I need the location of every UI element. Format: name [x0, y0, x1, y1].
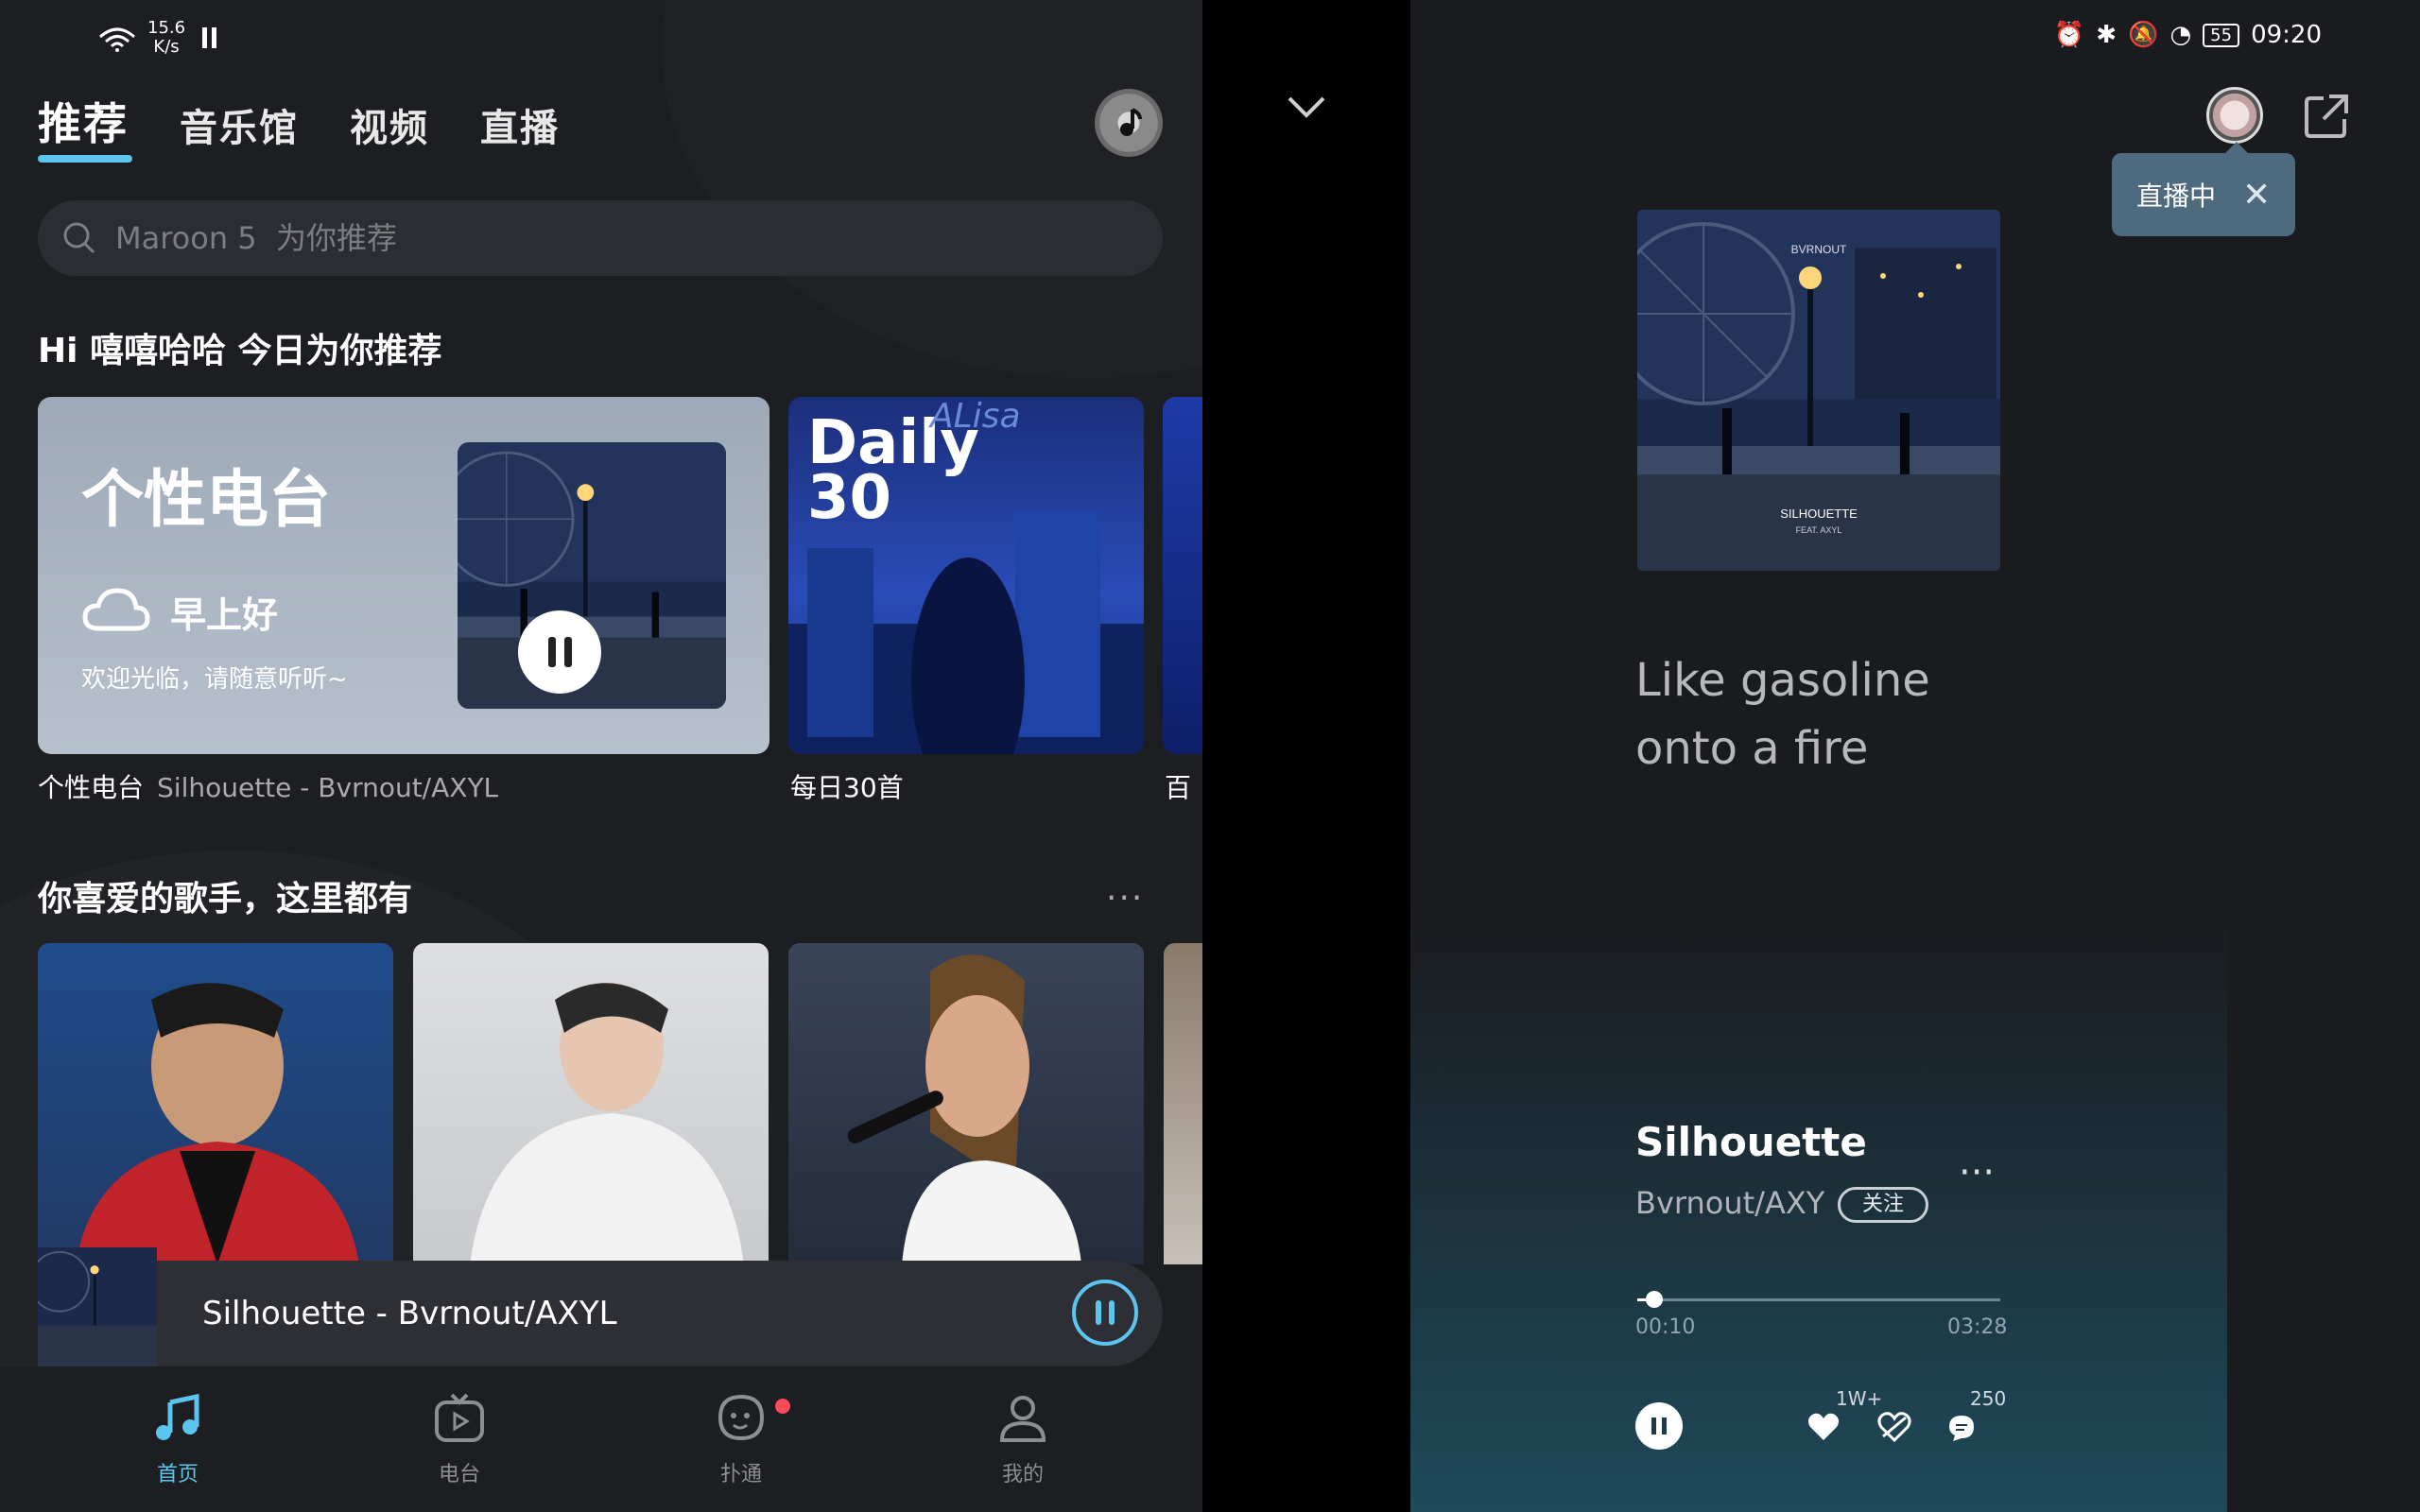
music-app-pane: 15.6K/s 推荐 音乐馆 视频 直播 Hi 嘻嘻哈哈 今日为你推荐 个性电台: [0, 0, 1202, 1512]
tab-recommend[interactable]: 推荐: [38, 90, 129, 152]
artists-heading: 你喜爱的歌手，这里都有: [38, 880, 413, 919]
mini-player-pause-button[interactable]: [1072, 1280, 1138, 1346]
mini-player-title: Silhouette - Bvrnout/AXYL: [202, 1295, 617, 1332]
follow-button[interactable]: 关注: [1838, 1187, 1928, 1223]
artists-more-button[interactable]: ···: [1106, 879, 1144, 918]
person-icon: [999, 1396, 1046, 1442]
cover-brand-text: BVRNOUT: [1791, 243, 1847, 256]
nav-putong[interactable]: 扑通: [647, 1389, 836, 1487]
now-playing-disc-button[interactable]: [1095, 89, 1163, 157]
artist-card[interactable]: [38, 943, 393, 1264]
mute-icon: 🔕: [2128, 21, 2159, 49]
nav-home[interactable]: 首页: [83, 1389, 272, 1487]
third-playlist-card[interactable]: [1163, 397, 1202, 754]
song-title: Silhouette: [1635, 1119, 1867, 1165]
daily-watermark: ALisa: [930, 397, 1021, 436]
collapse-chevron-icon[interactable]: [1286, 94, 1327, 119]
search-bar[interactable]: [38, 200, 1163, 276]
tab-live[interactable]: 直播: [480, 97, 560, 152]
pause-status-icon: [202, 27, 217, 48]
music-note-icon: [156, 1393, 199, 1440]
like-icon[interactable]: [1807, 1412, 1840, 1442]
mini-player-cover: [38, 1247, 157, 1366]
clock: 09:20: [2251, 21, 2322, 49]
lyric-line-1: Like gasoline: [1635, 654, 1930, 707]
cover-title-text: SILHOUETTE: [1780, 507, 1858, 521]
battery-indicator: 55: [2203, 23, 2240, 47]
live-avatar[interactable]: [2206, 87, 2263, 144]
lyric-line-2: onto a fire: [1635, 722, 1869, 775]
split-divider: [1202, 0, 1410, 1512]
collect-heart-icon[interactable]: [1877, 1412, 1911, 1442]
duration-time: 03:28: [1947, 1315, 2008, 1339]
artist-photo: [470, 983, 744, 1264]
cloud-icon: [82, 588, 150, 631]
mini-player[interactable]: Silhouette - Bvrnout/AXYL: [38, 1247, 1163, 1366]
radio-pause-button[interactable]: [518, 610, 601, 694]
bottom-navigation: 首页 电台 扑通 我的: [0, 1366, 1202, 1512]
nav-radio[interactable]: 电台: [365, 1389, 554, 1487]
network-speed: 15.6 K/s: [147, 18, 186, 57]
close-icon[interactable]: ✕: [2242, 176, 2271, 215]
cover-feat-text: FEAT. AXYL: [1796, 525, 1842, 535]
song-artist[interactable]: Bvrnout/AXYL: [1635, 1185, 1824, 1221]
tab-video[interactable]: 视频: [350, 97, 429, 152]
bluetooth-icon: ✱: [2096, 21, 2118, 49]
nav-mine[interactable]: 我的: [928, 1389, 1117, 1487]
live-tooltip-text: 直播中: [2136, 180, 2217, 212]
search-icon: [63, 222, 95, 254]
share-icon[interactable]: [2303, 93, 2350, 140]
speed-icon: ◔: [2169, 21, 2192, 49]
artist-card[interactable]: [788, 943, 1144, 1264]
personal-radio-card[interactable]: 个性电台 早上好 欢迎光临，请随意听听~: [38, 397, 769, 754]
daily-30-card[interactable]: Daily 30 ALisa: [788, 397, 1144, 754]
radio-card-title: 个性电台: [81, 463, 331, 536]
comment-count: 250: [1970, 1387, 2007, 1410]
music-note-icon: [1120, 108, 1142, 136]
radio-caption: 个性电台 Silhouette - Bvrnout/AXYL: [38, 772, 499, 803]
notification-dot: [775, 1399, 790, 1414]
search-input[interactable]: [113, 219, 968, 257]
artist-photo: [76, 983, 359, 1264]
tv-icon: [435, 1393, 484, 1442]
elapsed-time: 00:10: [1635, 1315, 1696, 1339]
background-shape: [662, 0, 1202, 378]
live-tooltip: 直播中 ✕: [2112, 142, 2295, 236]
artist-card[interactable]: [413, 943, 769, 1264]
comment-icon[interactable]: [1947, 1414, 1976, 1442]
radio-welcome-text: 欢迎光临，请随意听听~: [81, 665, 348, 694]
play-pause-button[interactable]: [1635, 1402, 1683, 1450]
like-count: 1W+: [1836, 1387, 1883, 1410]
radio-greeting: 早上好: [170, 594, 279, 636]
artist-card[interactable]: [1164, 943, 1202, 1264]
status-bar-right: ⏰ ✱ 🔕 ◔ 55 09:20: [2054, 21, 2322, 49]
more-options-button[interactable]: ···: [1959, 1151, 1995, 1194]
now-playing-cover: BVRNOUT SILHOUETTE FEAT. AXYL: [1637, 210, 2000, 571]
daily-caption: 每日30首: [790, 772, 904, 803]
artist-photo: [847, 954, 1081, 1264]
progress-bar[interactable]: [1637, 1291, 2000, 1308]
greeting-heading: Hi 嘻嘻哈哈 今日为你推荐: [38, 332, 442, 370]
alarm-icon: ⏰: [2053, 21, 2085, 49]
wifi-icon: [99, 27, 135, 52]
third-caption: 百: [1165, 772, 1192, 803]
status-bar-left: 15.6 K/s: [98, 18, 217, 57]
face-icon: [717, 1394, 765, 1441]
tab-music-hall[interactable]: 音乐馆: [180, 97, 299, 152]
top-tabs: 推荐 音乐馆 视频 直播: [38, 90, 560, 152]
active-tab-indicator: [38, 155, 132, 163]
